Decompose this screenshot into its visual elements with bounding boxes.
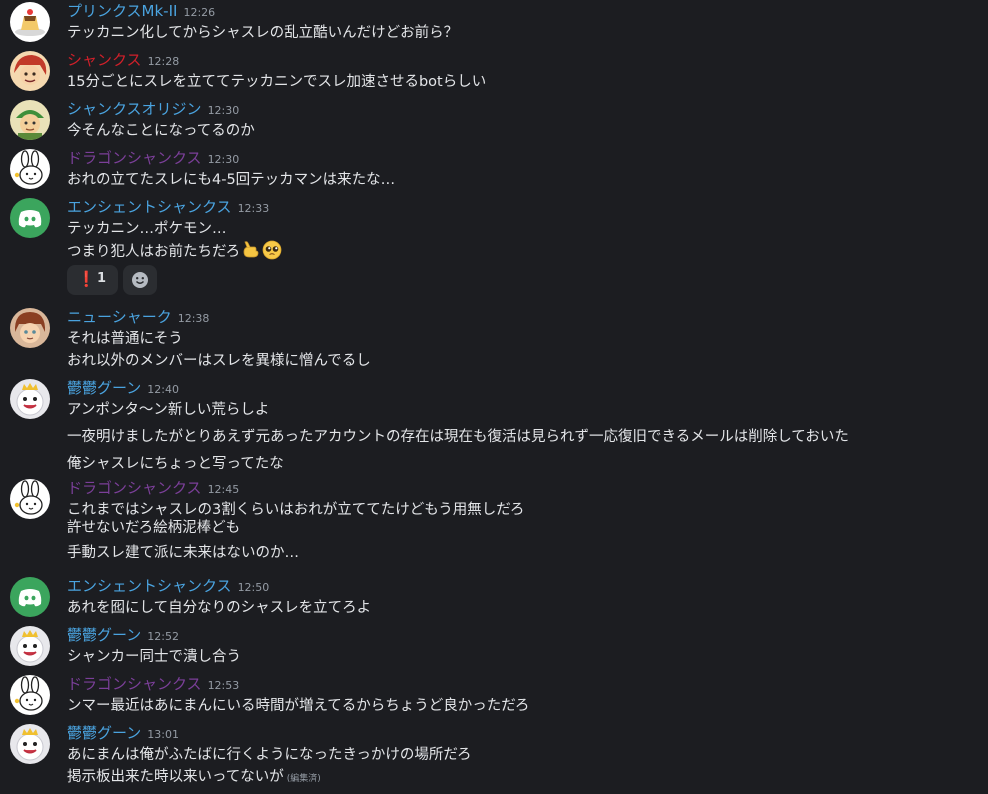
message-text: つまり犯人はお前たちだろ [67, 240, 282, 262]
white-rabbit-avatar-icon[interactable] [10, 479, 50, 519]
message-header: 鬱鬱グーン 13:01 [67, 722, 179, 744]
message-text: 一夜明けましたがとりあえず元あったアカウントの存在は現在も復活は見られず一応復旧… [67, 426, 849, 448]
message-timestamp: 12:52 [147, 630, 179, 643]
pudding-avatar-icon[interactable] [10, 2, 50, 42]
message-text-content: つまり犯人はお前たちだろ [67, 244, 241, 260]
message-timestamp: 12:30 [207, 153, 240, 166]
message-text-content: おれ以外のメンバーはスレを異様に憎んでるし [67, 353, 371, 369]
message-text-content: 15分ごとにスレを立ててテッカニンでスレ加速させるbotらしい [67, 74, 487, 90]
chat-message-list: プリンクスMk-II 12:26 テッカニン化してからシャスレの乱立酷いんだけどお前… [0, 0, 988, 794]
message-text-content: 今そんなことになってるのか [67, 123, 255, 139]
white-rabbit-avatar-icon[interactable] [10, 675, 50, 715]
author-name[interactable]: 鬱鬱グーン [67, 724, 141, 742]
message-text: おれ以外のメンバーはスレを異様に憎んでるし [67, 350, 371, 372]
add-reaction-button[interactable] [123, 265, 157, 295]
message-text: 俺シャスレにちょっと写ってたな [67, 453, 284, 475]
reaction-count: 1 [97, 271, 107, 286]
message-text: 15分ごとにスレを立ててテッカニンでスレ加速させるbotらしい [67, 71, 486, 93]
shanks-avatar-icon[interactable] [10, 51, 50, 91]
author-name[interactable]: 鬱鬱グーン [67, 626, 141, 644]
message-text-content: おれの立てたスレにも4-5回テッカマンは来たな… [67, 172, 396, 188]
message-text: ンマー最近はあにまんにいる時間が増えてるからちょうど良かっただろ [67, 695, 529, 717]
message-header: 鬱鬱グーン 12:52 [67, 624, 179, 646]
message-timestamp: 12:28 [147, 55, 180, 68]
king-boo-avatar-icon[interactable] [10, 626, 50, 666]
message-text-content: あれを囮にして自分なりのシャスレを立てろよ [67, 600, 372, 616]
author-name[interactable]: プリンクスMk-II [67, 2, 177, 20]
message-text-content: 俺シャスレにちょっと写ってたな [67, 456, 284, 472]
author-name[interactable]: ドラゴンシャンクス [67, 675, 202, 693]
message-text-content: シャンカー同士で潰し合う [67, 649, 241, 665]
message-header: エンシェントシャンクス 12:50 [67, 575, 269, 597]
message-text: 今そんなことになってるのか [67, 120, 255, 142]
author-name[interactable]: ニューシャーク [67, 308, 172, 326]
message-timestamp: 12:53 [207, 679, 240, 692]
message-header: ドラゴンシャンクス 12:53 [67, 673, 239, 695]
brown-hair-character-avatar-icon[interactable] [10, 308, 50, 348]
message-text-content: それは普通にそう [67, 331, 183, 347]
message-text-content: ンマー最近はあにまんにいる時間が増えてるからちょうど良かっただろ [67, 698, 530, 714]
message-text: おれの立てたスレにも4-5回テッカマンは来たな… [67, 169, 395, 191]
message-text: あれを囮にして自分なりのシャスレを立てろよ [67, 597, 371, 619]
message-text-content: テッカニン化してからシャスレの乱立酷いんだけどお前ら？ [67, 25, 459, 41]
reaction-button[interactable]: ❗ 1 [67, 265, 118, 295]
message-timestamp: 12:50 [237, 581, 270, 594]
message-timestamp: 12:30 [207, 104, 240, 117]
white-rabbit-avatar-icon[interactable] [10, 149, 50, 189]
message-header: ドラゴンシャンクス 12:45 [67, 477, 239, 499]
exclamation-icon: ❗ [77, 270, 96, 288]
discord-logo-avatar-icon[interactable] [10, 577, 50, 617]
message-text-content: 掲示板出来た時以来いってないが [67, 769, 284, 785]
edited-label: (編集済) [286, 774, 321, 784]
author-name[interactable]: シャンクス [67, 51, 142, 69]
message-timestamp: 13:01 [147, 728, 179, 741]
message-text: 許せないだろ絵柄泥棒ども [67, 517, 240, 539]
king-boo-avatar-icon[interactable] [10, 724, 50, 764]
author-name[interactable]: シャンクスオリジン [67, 100, 202, 118]
message-header: エンシェントシャンクス 12:33 [67, 196, 269, 218]
message-text-content: 手動スレ建て派に未来はないのか… [67, 545, 299, 561]
message-timestamp: 12:38 [177, 312, 210, 325]
message-timestamp: 12:40 [147, 383, 179, 396]
message-timestamp: 12:26 [183, 6, 216, 19]
message-text: テッカニン化してからシャスレの乱立酷いんだけどお前ら？ [67, 22, 458, 44]
author-name[interactable]: エンシェントシャンクス [67, 198, 232, 216]
author-name[interactable]: 鬱鬱グーン [67, 379, 141, 397]
green-cap-character-avatar-icon[interactable] [10, 100, 50, 140]
message-text: あにまんは俺がふたばに行くようになったきっかけの場所だろ [67, 744, 472, 766]
message-text: アンポンタ～ン新しい荒らしよ [67, 399, 269, 421]
author-name[interactable]: ドラゴンシャンクス [67, 149, 202, 167]
message-header: 鬱鬱グーン 12:40 [67, 377, 179, 399]
message-text: それは普通にそう [67, 328, 183, 350]
pointing-hand-emoji [241, 240, 261, 267]
message-text-content: アンポンタ～ン新しい荒らしよ [67, 402, 270, 418]
message-text-content: これまではシャスレの3割くらいはおれが立ててたけどもう用無しだろ [67, 502, 525, 518]
message-text-content: テッカニン…ポケモン… [67, 221, 227, 237]
message-header: ニューシャーク 12:38 [67, 306, 209, 328]
message-header: プリンクスMk-II 12:26 [67, 0, 215, 22]
message-header: シャンクス 12:28 [67, 49, 179, 71]
king-boo-avatar-icon[interactable] [10, 379, 50, 419]
message-header: シャンクスオリジン 12:30 [67, 98, 239, 120]
message-text: テッカニン…ポケモン… [67, 218, 227, 240]
author-name[interactable]: ドラゴンシャンクス [67, 479, 202, 497]
message-text-content: 一夜明けましたがとりあえず元あったアカウントの存在は現在も復活は見られず一応復旧… [67, 429, 849, 445]
message-timestamp: 12:33 [237, 202, 270, 215]
message-text: 手動スレ建て派に未来はないのか… [67, 542, 299, 564]
author-name[interactable]: エンシェントシャンクス [67, 577, 232, 595]
add-reaction-icon [131, 271, 149, 293]
message-text: シャンカー同士で潰し合う [67, 646, 241, 668]
message-header: ドラゴンシャンクス 12:30 [67, 147, 239, 169]
message-text-content: 許せないだろ絵柄泥棒ども [67, 520, 241, 536]
message-text-content: あにまんは俺がふたばに行くようになったきっかけの場所だろ [67, 747, 472, 763]
message-text: 掲示板出来た時以来いってないが (編集済) [67, 766, 321, 788]
discord-logo-avatar-icon[interactable] [10, 198, 50, 238]
message-timestamp: 12:45 [207, 483, 240, 496]
pleading-face-emoji [262, 240, 282, 267]
